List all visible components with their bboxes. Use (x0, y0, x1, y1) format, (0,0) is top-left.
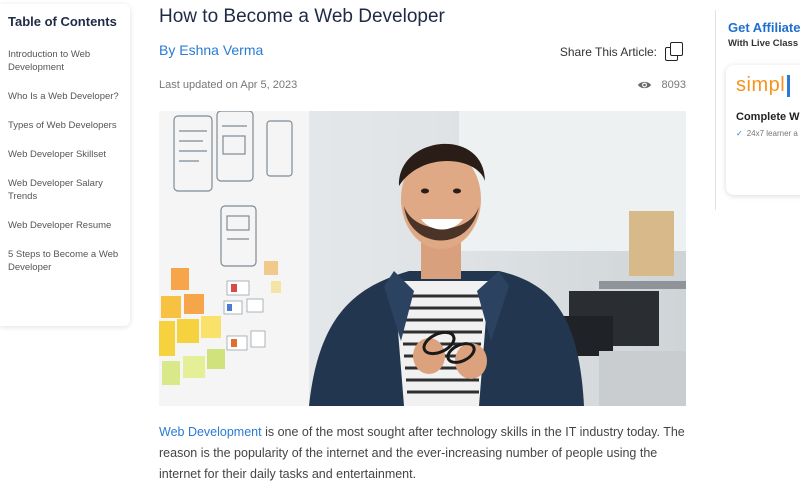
last-updated: Last updated on Apr 5, 2023 (159, 79, 298, 91)
share-label: Share This Article: (559, 45, 657, 59)
web-development-link[interactable]: Web Development (159, 425, 262, 439)
brand-logo-text: simpl (736, 74, 786, 96)
course-ad[interactable]: Get Affiliate With Live Class simpl Comp… (726, 20, 800, 200)
ad-feature-text: 24x7 learner a (746, 129, 798, 138)
table-of-contents: Table of Contents Introduction to Web De… (0, 4, 130, 326)
toc-item-introduction[interactable]: Introduction to Web Development (8, 48, 124, 74)
toc-item-resume[interactable]: Web Developer Resume (8, 219, 124, 232)
article-title: How to Become a Web Developer (159, 6, 445, 27)
sidebar-divider (715, 10, 716, 210)
article-intro: Web Development is one of the most sough… (159, 422, 689, 485)
toc-item-skillset[interactable]: Web Developer Skillset (8, 148, 124, 161)
ad-feature: ✓ 24x7 learner a (736, 129, 800, 138)
ad-card[interactable]: simpl Complete W ✓ 24x7 learner a (726, 65, 800, 195)
toc-item-salary[interactable]: Web Developer Salary Trends (8, 177, 124, 203)
share-article: Share This Article: (560, 42, 685, 62)
toc-item-steps[interactable]: 5 Steps to Become a Web Developer (8, 248, 124, 274)
ad-headline: Get Affiliate (728, 20, 800, 35)
toc-item-types[interactable]: Types of Web Developers (8, 119, 124, 132)
eye-icon (637, 81, 651, 89)
author-link[interactable]: By Eshna Verma (159, 42, 263, 58)
ad-course-title: Complete W (736, 111, 800, 123)
check-icon: ✓ (736, 129, 743, 138)
view-count: 8093 (637, 79, 686, 91)
brand-logo: simpl (736, 73, 800, 97)
copy-icon[interactable] (665, 42, 685, 62)
ad-subline: With Live Class (728, 38, 799, 49)
view-count-value: 8093 (661, 79, 686, 91)
article-meta: Last updated on Apr 5, 2023 8093 (159, 79, 686, 91)
toc-title: Table of Contents (8, 14, 117, 29)
toc-item-who-is[interactable]: Who Is a Web Developer? (8, 90, 124, 103)
hero-image (159, 111, 686, 406)
